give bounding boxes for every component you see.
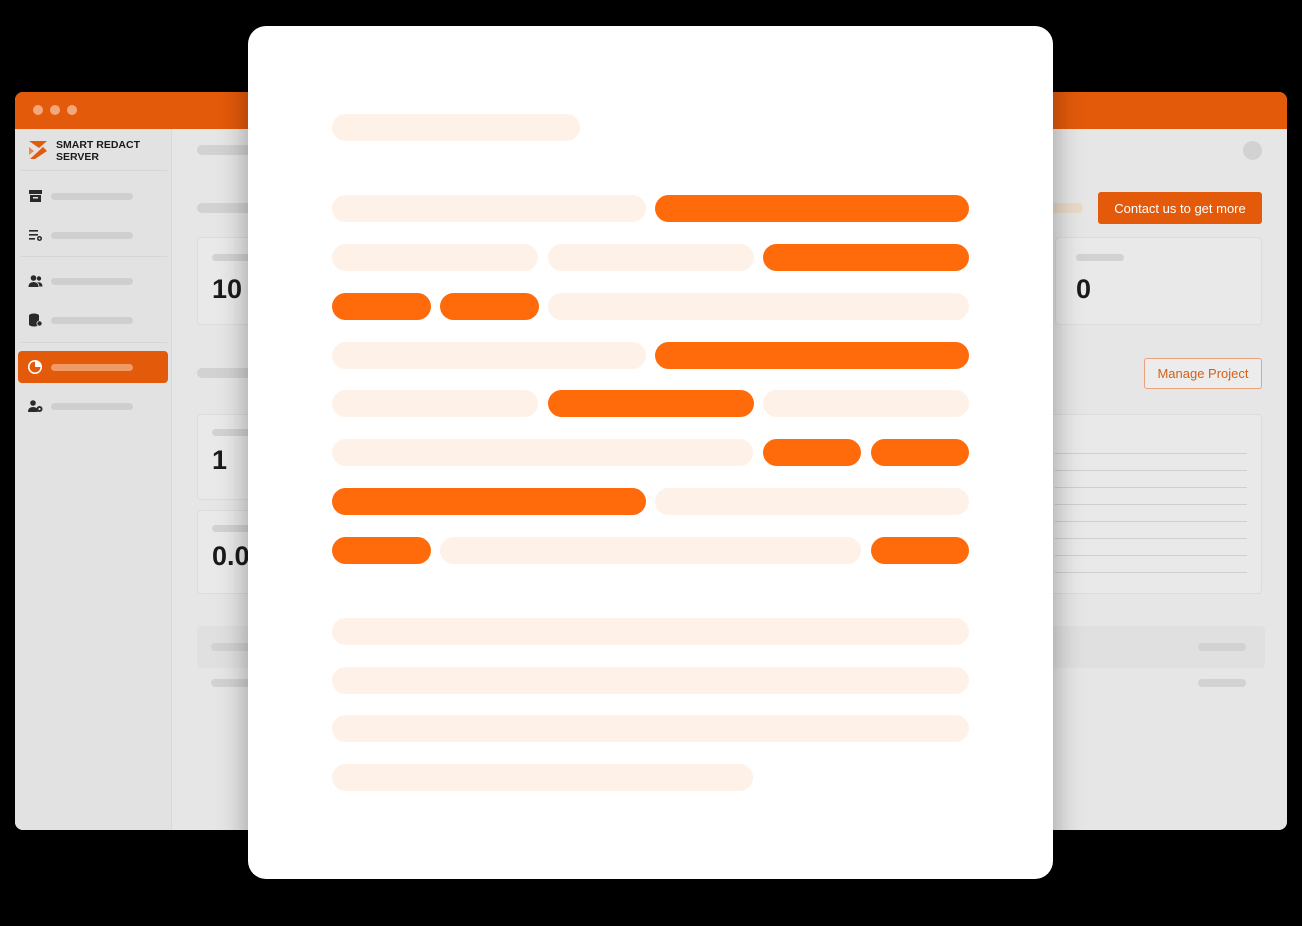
redaction-mark [763, 439, 861, 466]
redaction-mark [655, 342, 969, 369]
text-line [332, 764, 753, 791]
text-line [548, 293, 969, 320]
sidebar-item-statistics[interactable] [18, 351, 168, 383]
table-row-divider [1055, 453, 1247, 454]
redaction-mark [332, 488, 646, 515]
list-settings-icon [29, 230, 42, 241]
stat-label-placeholder [212, 429, 252, 436]
table-row-divider [1055, 504, 1247, 505]
table-row-divider [1055, 487, 1247, 488]
text-line [763, 390, 969, 417]
redacted-document [248, 26, 1053, 879]
stat-label-placeholder [212, 525, 252, 532]
redaction-mark [871, 439, 969, 466]
redaction-mark [655, 195, 969, 222]
stat-label-placeholder [1076, 254, 1124, 261]
text-line [332, 195, 646, 222]
redact-logo-icon [29, 141, 47, 159]
window-maximize-dot[interactable] [67, 105, 77, 115]
contact-us-button[interactable]: Contact us to get more [1098, 192, 1262, 224]
sidebar: SMART REDACT SERVER [15, 129, 172, 830]
sidebar-item-label-placeholder [51, 403, 133, 410]
sidebar-item-label-placeholder [51, 317, 133, 324]
table-row-divider [1055, 470, 1247, 471]
sidebar-item-label-placeholder [51, 193, 133, 200]
text-line [548, 244, 754, 271]
document-title-line [332, 114, 580, 141]
text-line [332, 342, 646, 369]
user-settings-icon [28, 400, 43, 412]
stat-value: 1 [212, 445, 228, 475]
users-icon [28, 275, 43, 287]
text-line [332, 618, 969, 645]
window-minimize-dot[interactable] [50, 105, 60, 115]
sidebar-item-user-settings[interactable] [18, 390, 168, 422]
archive-box-icon [29, 190, 42, 202]
redaction-mark [332, 537, 431, 564]
text-line [332, 244, 538, 271]
sidebar-divider [21, 256, 167, 257]
table-row-divider [1055, 538, 1247, 539]
table-row-divider [1055, 572, 1247, 573]
brand-name: SMART REDACT SERVER [56, 139, 140, 163]
sidebar-item-archive[interactable] [18, 180, 168, 212]
window-close-dot[interactable] [33, 105, 43, 115]
redaction-mark [763, 244, 969, 271]
table-row-divider [1055, 555, 1247, 556]
manage-project-button[interactable]: Manage Project [1144, 358, 1262, 389]
redaction-mark [332, 293, 431, 320]
text-line [440, 537, 861, 564]
sidebar-item-label-placeholder [51, 278, 133, 285]
redaction-mark [548, 390, 754, 417]
redaction-mark [871, 537, 969, 564]
text-line [332, 667, 969, 694]
text-line [332, 439, 753, 466]
stat-card: 0 [1055, 237, 1262, 325]
brand-logo[interactable]: SMART REDACT SERVER [27, 139, 167, 167]
text-line [655, 488, 969, 515]
sidebar-divider [21, 170, 167, 171]
text-line [332, 715, 969, 742]
sidebar-item-label-placeholder [51, 232, 133, 239]
redaction-mark [440, 293, 539, 320]
sidebar-item-users[interactable] [18, 265, 168, 297]
database-settings-icon [29, 313, 43, 327]
stat-label-placeholder [212, 254, 252, 261]
sidebar-item-database[interactable] [18, 304, 168, 336]
sidebar-item-label-placeholder [51, 364, 133, 371]
text-line [332, 390, 538, 417]
stat-value: 0.0 [212, 541, 250, 571]
sidebar-item-lists[interactable] [18, 219, 168, 251]
pie-chart-icon [28, 360, 42, 374]
column-placeholder [1198, 643, 1246, 651]
stat-value: 0 [1076, 274, 1092, 304]
row-placeholder [1198, 679, 1246, 687]
table-row-divider [1055, 521, 1247, 522]
sidebar-divider [21, 342, 167, 343]
avatar[interactable] [1243, 141, 1262, 160]
